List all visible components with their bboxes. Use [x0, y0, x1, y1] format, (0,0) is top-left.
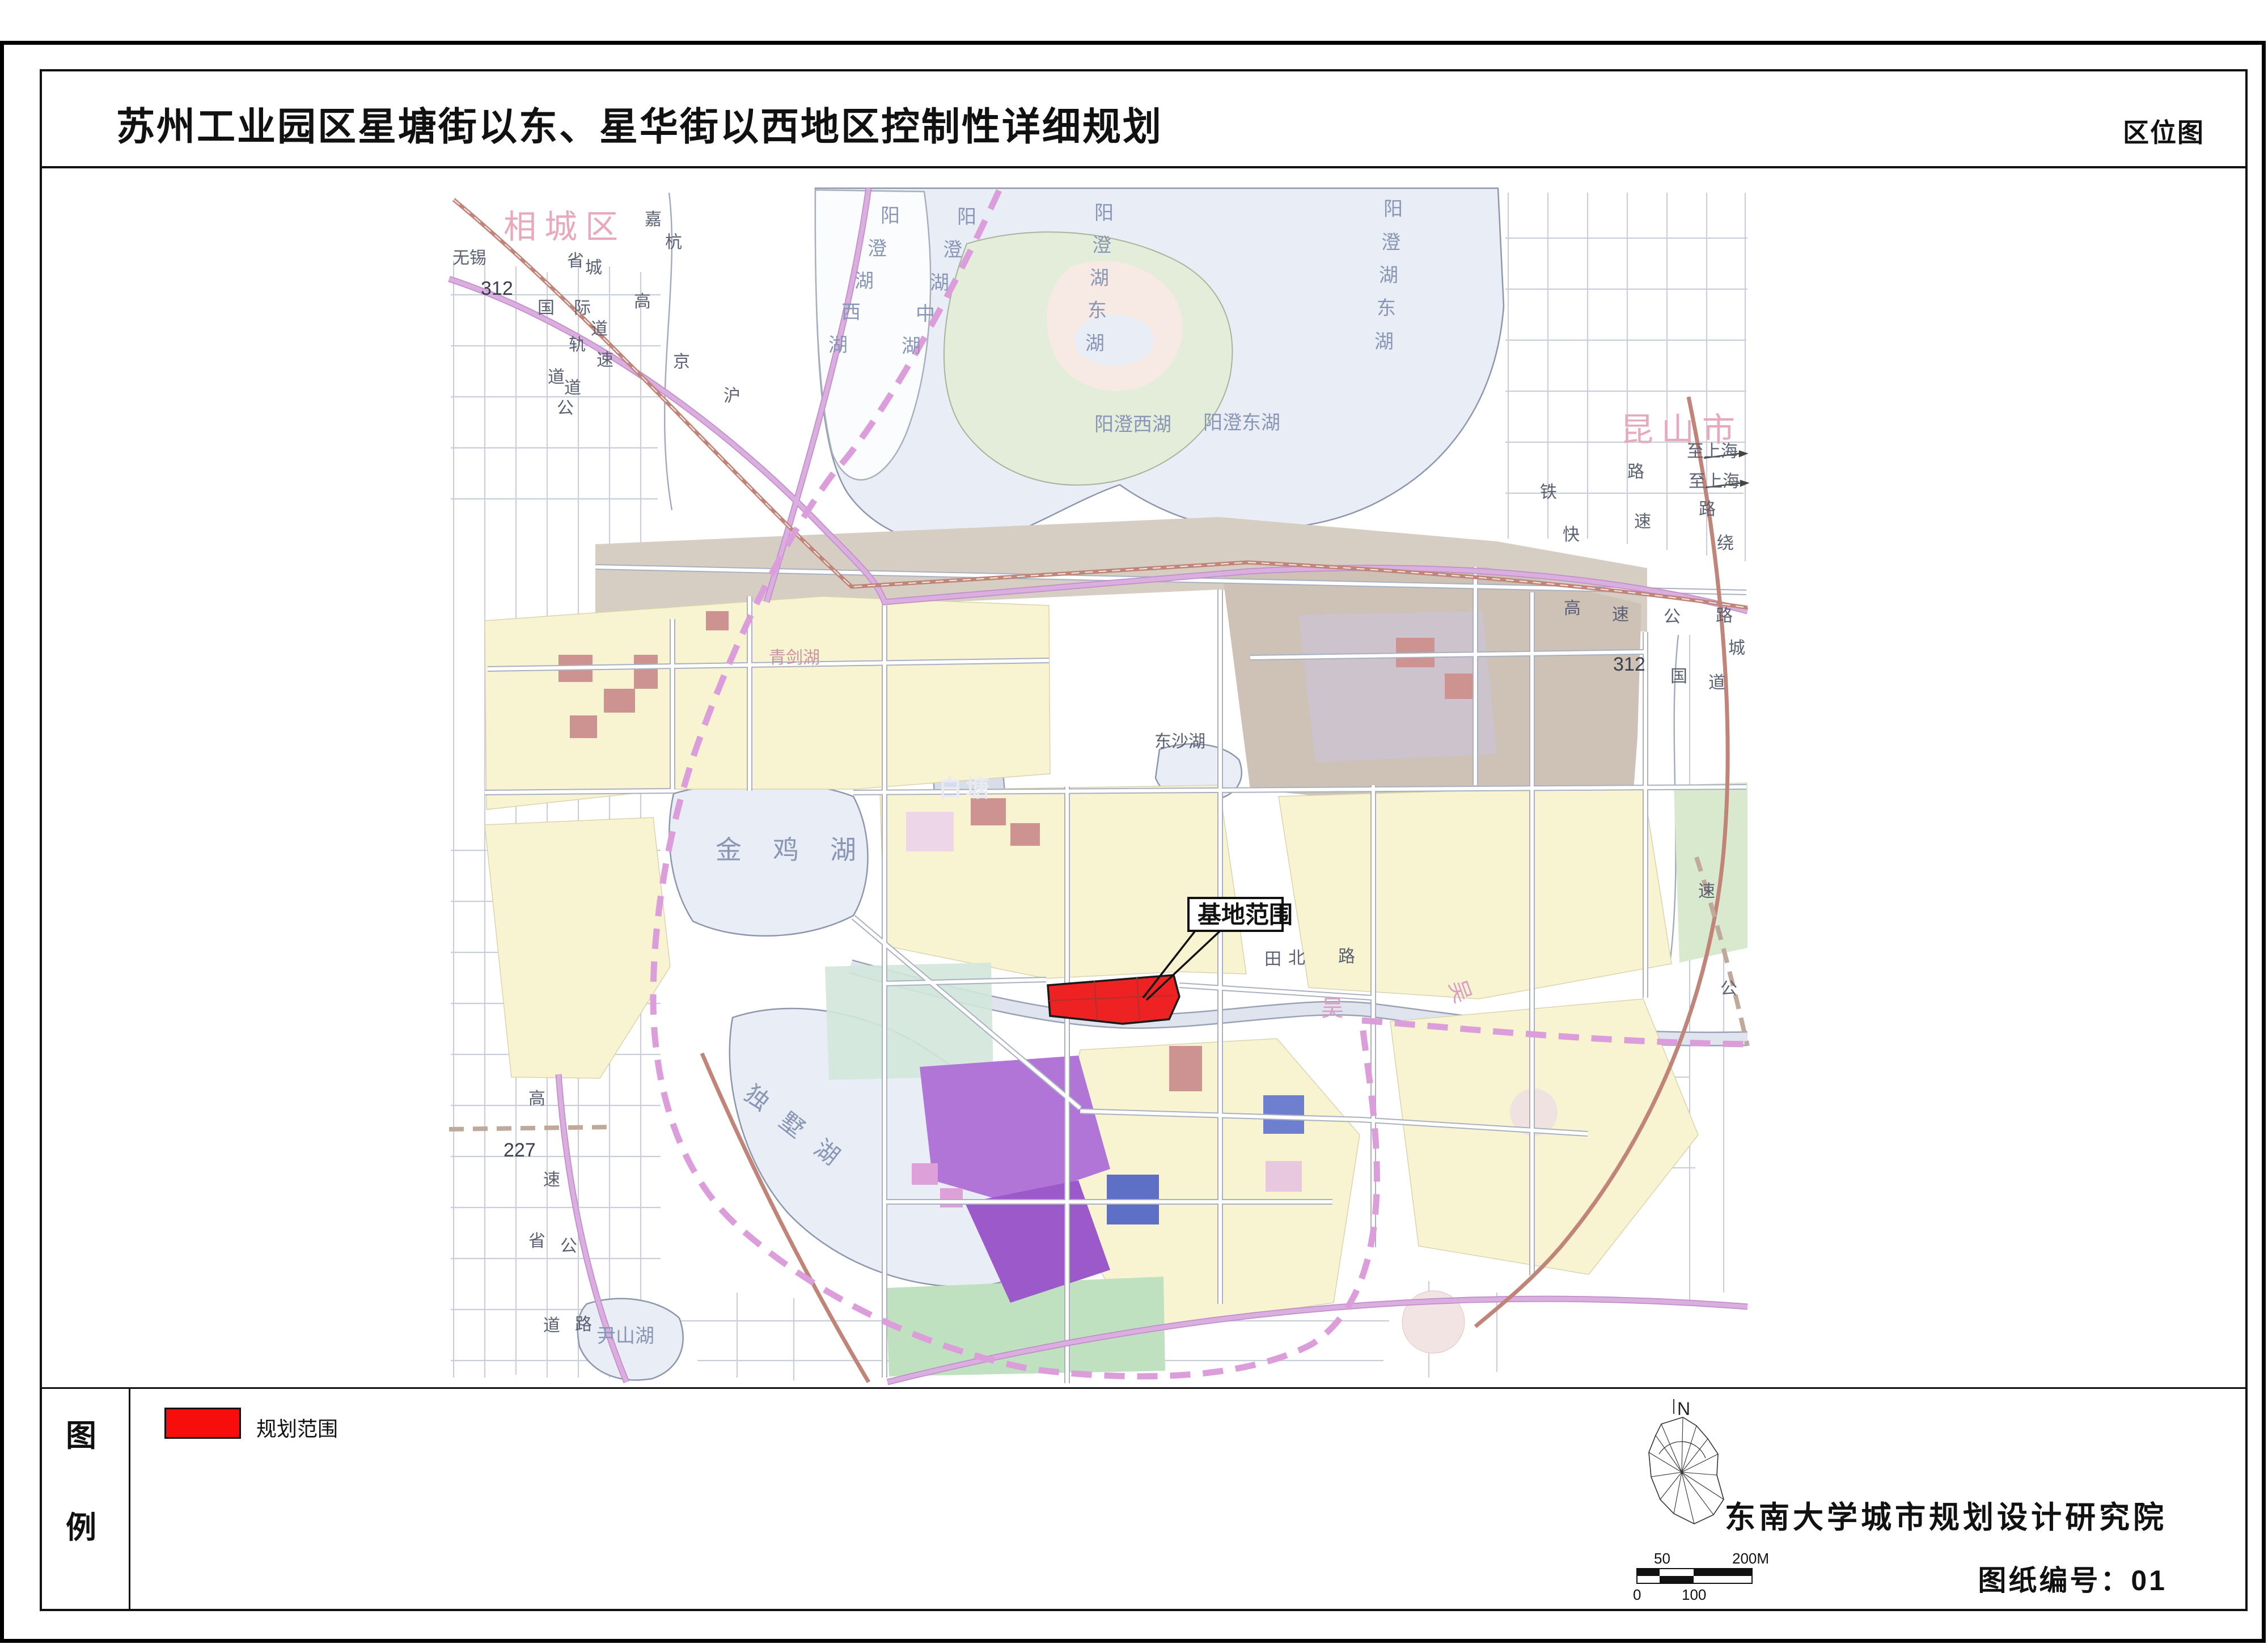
- svg-text:道: 道: [1708, 673, 1725, 692]
- svg-text:路: 路: [1627, 463, 1644, 481]
- legend-heading-char-1: 图: [66, 1410, 96, 1455]
- plan-sheet: 苏州工业园区星塘街以东、星华街以西地区控制性详细规划 区位图: [0, 0, 2268, 1644]
- svg-text:城: 城: [585, 259, 602, 277]
- district-label-xiangcheng: 相城区: [503, 209, 626, 245]
- compass-north-label: N: [1677, 1399, 1690, 1419]
- svg-text:城: 城: [1728, 639, 1745, 658]
- river-label-wu-1: 吴: [1321, 996, 1344, 1021]
- svg-text:东: 东: [1377, 298, 1396, 319]
- lake-label-baitang: 白塘: [938, 775, 993, 802]
- scale-label-200m: 200M: [1732, 1550, 1769, 1567]
- svg-text:快: 快: [1563, 526, 1580, 544]
- lake-label-yangcheng-east: 阳澄东湖: [1203, 412, 1280, 434]
- legend-heading-char-2: 例: [66, 1502, 96, 1547]
- lake-label-qingjian: 青剑湖: [769, 649, 820, 667]
- svg-text:路: 路: [575, 1315, 592, 1334]
- svg-text:沪: 沪: [723, 387, 741, 405]
- svg-text:澄: 澄: [1381, 232, 1400, 253]
- svg-text:阳: 阳: [1383, 198, 1403, 220]
- svg-text:阳: 阳: [1094, 202, 1114, 224]
- svg-text:杭: 杭: [665, 233, 682, 252]
- svg-text:速: 速: [1634, 512, 1651, 531]
- svg-text:湖: 湖: [1090, 268, 1109, 289]
- svg-text:公: 公: [560, 1237, 577, 1256]
- svg-text:速: 速: [596, 351, 613, 370]
- svg-text:国: 国: [1670, 667, 1687, 686]
- svg-text:轨: 轨: [569, 336, 586, 354]
- svg-text:道: 道: [543, 1316, 560, 1335]
- svg-text:湖: 湖: [854, 270, 874, 292]
- svg-text:道: 道: [591, 320, 608, 338]
- svg-text:绕: 绕: [1717, 534, 1734, 553]
- svg-text:速: 速: [1612, 605, 1629, 624]
- svg-text:澄: 澄: [943, 239, 962, 261]
- svg-text:澄: 澄: [868, 238, 887, 260]
- sheet-number: 图纸编号：01: [1978, 1558, 2167, 1599]
- svg-text:湖: 湖: [1374, 331, 1394, 353]
- legend-divider-line: [40, 1387, 2248, 1389]
- svg-text:际: 际: [574, 299, 591, 317]
- svg-text:湖: 湖: [1085, 333, 1105, 354]
- institute-name: 东南大学城市规划设计研究院: [1725, 1492, 2167, 1537]
- svg-text:田: 田: [1264, 950, 1281, 969]
- svg-text:高: 高: [634, 293, 651, 311]
- svg-text:公: 公: [1664, 608, 1681, 626]
- scale-bar: 50 200M 0 100: [1633, 1550, 1769, 1603]
- svg-text:路: 路: [1716, 607, 1733, 625]
- route-number-312-west: 312: [481, 278, 513, 299]
- svg-text:铁: 铁: [1540, 483, 1557, 502]
- svg-text:澄: 澄: [1092, 235, 1111, 256]
- svg-text:湖: 湖: [1379, 265, 1398, 286]
- route-number-227: 227: [503, 1139, 536, 1161]
- page-title: 苏州工业园区星塘街以东、星华街以西地区控制性详细规划: [116, 95, 1163, 151]
- svg-text:路: 路: [1699, 500, 1716, 519]
- city-label-wuxi: 无锡: [452, 249, 486, 268]
- scale-label-100: 100: [1682, 1586, 1706, 1603]
- svg-text:公: 公: [557, 399, 574, 418]
- svg-text:省: 省: [567, 252, 584, 270]
- svg-text:道: 道: [548, 368, 565, 387]
- svg-text:北: 北: [1288, 949, 1305, 968]
- svg-text:东: 东: [1088, 300, 1107, 321]
- svg-text:高: 高: [528, 1090, 545, 1108]
- lake-label-yangcheng-west: 阳澄西湖: [1094, 414, 1171, 435]
- site-callout-label: 基地范围: [1198, 901, 1293, 928]
- svg-text:国: 国: [538, 299, 555, 317]
- svg-text:西: 西: [841, 302, 861, 323]
- svg-text:公: 公: [1720, 980, 1737, 998]
- svg-text:高: 高: [1564, 599, 1581, 618]
- lake-label-jinji: 金鸡湖: [716, 835, 887, 865]
- svg-text:速: 速: [543, 1171, 560, 1189]
- scale-label-50: 50: [1654, 1550, 1670, 1567]
- location-map: 基地范围 相城区 昆山市 无锡 至上海 至上海 312 312 227 金鸡湖 …: [42, 170, 2245, 1385]
- svg-text:阳: 阳: [881, 205, 900, 227]
- svg-text:路: 路: [1338, 947, 1355, 966]
- svg-text:湖: 湖: [930, 272, 949, 294]
- svg-text:湖: 湖: [828, 334, 848, 356]
- title-divider-line: [40, 166, 2248, 168]
- dest-label-shanghai-1: 至上海: [1687, 442, 1738, 461]
- svg-text:阳: 阳: [957, 206, 976, 228]
- legend-column-divider: [129, 1389, 130, 1611]
- legend-item-label: 规划范围: [256, 1413, 338, 1442]
- svg-text:速: 速: [1698, 882, 1715, 901]
- svg-text:道: 道: [564, 379, 581, 397]
- svg-text:湖: 湖: [902, 336, 921, 357]
- lake-label-dongsha: 东沙湖: [1154, 732, 1205, 751]
- svg-text:嘉: 嘉: [645, 210, 662, 229]
- route-number-312-east: 312: [1613, 654, 1645, 675]
- svg-text:京: 京: [673, 353, 690, 371]
- svg-text:中: 中: [916, 303, 935, 325]
- legend-swatch-planning-scope: [164, 1408, 241, 1439]
- dest-label-shanghai-2: 至上海: [1689, 472, 1740, 491]
- svg-text:省: 省: [528, 1232, 545, 1251]
- lake-label-yinshan: 尹山湖: [596, 1325, 654, 1347]
- corner-label: 区位图: [2123, 112, 2204, 150]
- scale-label-0: 0: [1633, 1586, 1641, 1603]
